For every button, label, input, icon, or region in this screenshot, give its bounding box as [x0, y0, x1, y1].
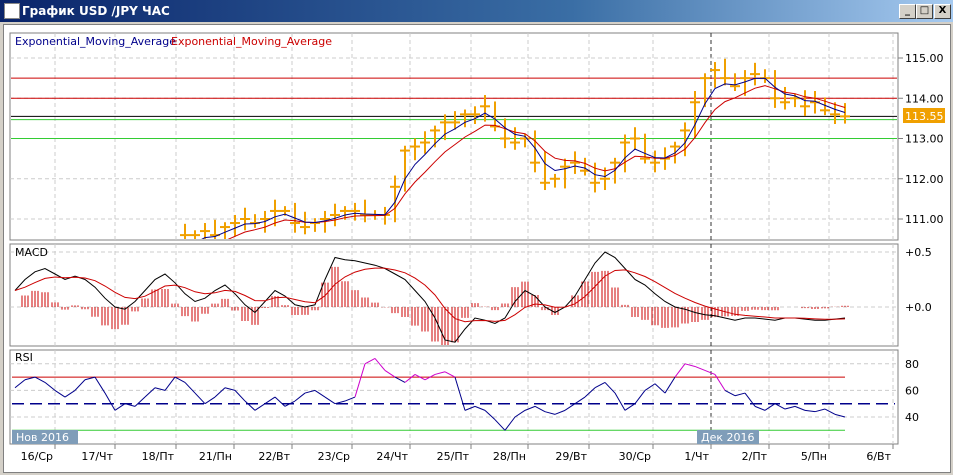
rsi-axis-label: 80: [905, 358, 919, 371]
legend-ema-fast: Exponential_Moving_Average: [15, 35, 176, 48]
macd-axis-label: +0.0: [905, 301, 932, 314]
time-label: 5/Пн: [801, 450, 827, 463]
macd-axis-label: +0.5: [905, 246, 932, 259]
rsi-title: RSI: [15, 351, 33, 364]
current-price-label: 113.55: [905, 110, 944, 123]
price-axis-label: 114.00: [905, 92, 944, 105]
time-label: 16/Ср: [21, 450, 53, 463]
macd-title: MACD: [15, 246, 48, 259]
month-label-nov: Нов 2016: [16, 431, 69, 444]
legend-ema-slow: Exponential_Moving_Average: [171, 35, 332, 48]
time-label: 30/Ср: [619, 450, 651, 463]
macd-panel: [9, 243, 899, 347]
time-label: 1/Чт: [684, 450, 709, 463]
price-panel: [9, 32, 899, 241]
time-label: 24/Чт: [376, 450, 408, 463]
time-label: 6/Вт: [866, 450, 891, 463]
price-axis-label: 115.00: [905, 52, 944, 65]
time-label: 18/Пт: [142, 450, 175, 463]
time-label: 23/Ср: [318, 450, 350, 463]
time-label: 17/Чт: [81, 450, 113, 463]
time-label: 29/Вт: [555, 450, 587, 463]
month-label-dec: Дек 2016: [701, 431, 755, 444]
rsi-axis-label: 60: [905, 384, 919, 397]
time-label: 21/Пн: [199, 450, 232, 463]
time-label: 2/Пт: [742, 450, 768, 463]
time-label: 25/Пт: [437, 450, 470, 463]
rsi-axis-label: 40: [905, 411, 919, 424]
price-axis-label: 112.00: [905, 173, 944, 186]
chart-canvas[interactable]: 16/Ср 17/Чт 18/Пт 21/Пн 22/Вт 23/Ср 24/Чт 25/Пт…: [0, 0, 953, 475]
time-label: 28/Пн: [493, 450, 526, 463]
time-label: 22/Вт: [258, 450, 290, 463]
price-axis-label: 111.00: [905, 213, 944, 226]
price-axis-label: 113.00: [905, 133, 944, 146]
